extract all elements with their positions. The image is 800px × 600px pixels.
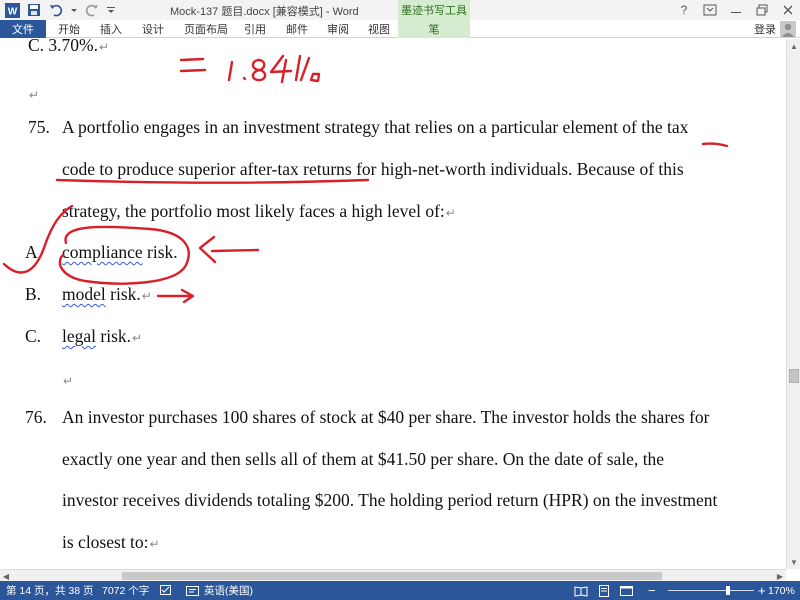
window-controls: ? xyxy=(676,1,796,19)
ribbon-tabs: 文件 开始 插入 设计 页面布局 引用 邮件 审阅 视图 笔 登录 xyxy=(0,20,800,38)
minimize-button[interactable] xyxy=(728,2,744,18)
status-bar: 第 14 页，共 38 页 7072 个字 英语(美国) − + 170% xyxy=(0,581,800,600)
ink-tools-group-label: 墨迹书写工具 xyxy=(398,0,470,20)
zoom-level[interactable]: 170% xyxy=(768,581,795,600)
tab-page-layout[interactable]: 页面布局 xyxy=(184,20,228,38)
option-c: legal risk.↵ xyxy=(62,326,143,346)
previous-option-fragment: C. 3.70%.↵ xyxy=(28,39,110,55)
tab-pens[interactable]: 笔 xyxy=(398,20,470,38)
help-button[interactable]: ? xyxy=(676,2,692,18)
tab-review[interactable]: 审阅 xyxy=(327,20,349,38)
tab-home[interactable]: 开始 xyxy=(58,20,80,38)
read-mode-icon[interactable] xyxy=(574,581,588,600)
restore-button[interactable] xyxy=(754,2,770,18)
tab-mailings[interactable]: 邮件 xyxy=(286,20,308,38)
empty-paragraph: ↵ xyxy=(29,88,40,102)
language-status[interactable]: 英语(美国) xyxy=(204,581,253,600)
q76-line-2: exactly one year and then sells all of t… xyxy=(62,449,665,469)
ribbon-display-options-button[interactable] xyxy=(702,2,718,18)
scroll-down-arrow-icon[interactable]: ▼ xyxy=(787,555,800,569)
title-bar: W Mock-137 题目.docx [兼容模式] - Word 墨迹书写工具 … xyxy=(0,0,800,20)
quick-access-toolbar: W xyxy=(4,2,116,18)
empty-paragraph: ↵ xyxy=(63,374,74,388)
page-count[interactable]: 第 14 页，共 38 页 xyxy=(6,581,94,600)
close-button[interactable] xyxy=(780,2,796,18)
undo-dropdown-icon[interactable] xyxy=(70,2,78,18)
web-layout-icon[interactable] xyxy=(620,581,634,600)
word-count[interactable]: 7072 个字 xyxy=(102,581,149,600)
tab-insert[interactable]: 插入 xyxy=(100,20,122,38)
word-app-icon[interactable]: W xyxy=(4,2,20,18)
option-letter: A. xyxy=(25,242,43,262)
tab-file[interactable]: 文件 xyxy=(0,20,46,38)
question-number: 75. xyxy=(28,117,50,137)
scroll-up-arrow-icon[interactable]: ▲ xyxy=(787,39,800,53)
zoom-out-button[interactable]: − xyxy=(648,581,656,600)
window-title: Mock-137 题目.docx [兼容模式] - Word xyxy=(170,6,359,18)
q75-line-2: code to produce superior after-tax retur… xyxy=(62,159,684,179)
q76-line-1: An investor purchases 100 shares of stoc… xyxy=(62,407,710,427)
zoom-in-button[interactable]: + xyxy=(758,581,766,600)
customize-toolbar-icon[interactable] xyxy=(106,2,116,18)
avatar[interactable] xyxy=(780,21,796,37)
language-icon xyxy=(186,581,200,600)
q75-line-1: A portfolio engages in an investment str… xyxy=(62,117,689,137)
q76-line-3: investor receives dividends totaling $20… xyxy=(62,490,718,510)
horizontal-scrollbar[interactable]: ◀ ▶ xyxy=(0,569,786,581)
option-a: compliance risk. xyxy=(62,242,178,262)
q76-line-4: is closest to:↵ xyxy=(62,532,160,552)
vertical-scroll-thumb[interactable] xyxy=(789,369,799,383)
zoom-slider-thumb[interactable] xyxy=(726,586,731,595)
proofing-icon[interactable] xyxy=(160,581,174,600)
document-page[interactable]: C. 3.70%.↵ ↵ 75. A portfolio engages in … xyxy=(0,39,786,569)
svg-text:W: W xyxy=(7,6,17,17)
redo-icon[interactable] xyxy=(84,2,100,18)
tab-design[interactable]: 设计 xyxy=(142,20,164,38)
horizontal-scroll-thumb[interactable] xyxy=(122,572,662,580)
option-letter: C. xyxy=(25,326,42,346)
option-letter: B. xyxy=(25,284,42,304)
vertical-scrollbar[interactable]: ▲ ▼ xyxy=(786,39,800,569)
sign-in-link[interactable]: 登录 xyxy=(754,20,776,38)
q75-line-3: strategy, the portfolio most likely face… xyxy=(62,201,456,221)
save-icon[interactable] xyxy=(26,2,42,18)
undo-icon[interactable] xyxy=(48,2,64,18)
question-number: 76. xyxy=(25,407,47,427)
option-b: model risk.↵ xyxy=(62,284,152,304)
print-layout-icon[interactable] xyxy=(598,581,610,600)
tab-view[interactable]: 视图 xyxy=(368,20,390,38)
tab-references[interactable]: 引用 xyxy=(244,20,266,38)
zoom-slider[interactable] xyxy=(668,590,754,591)
